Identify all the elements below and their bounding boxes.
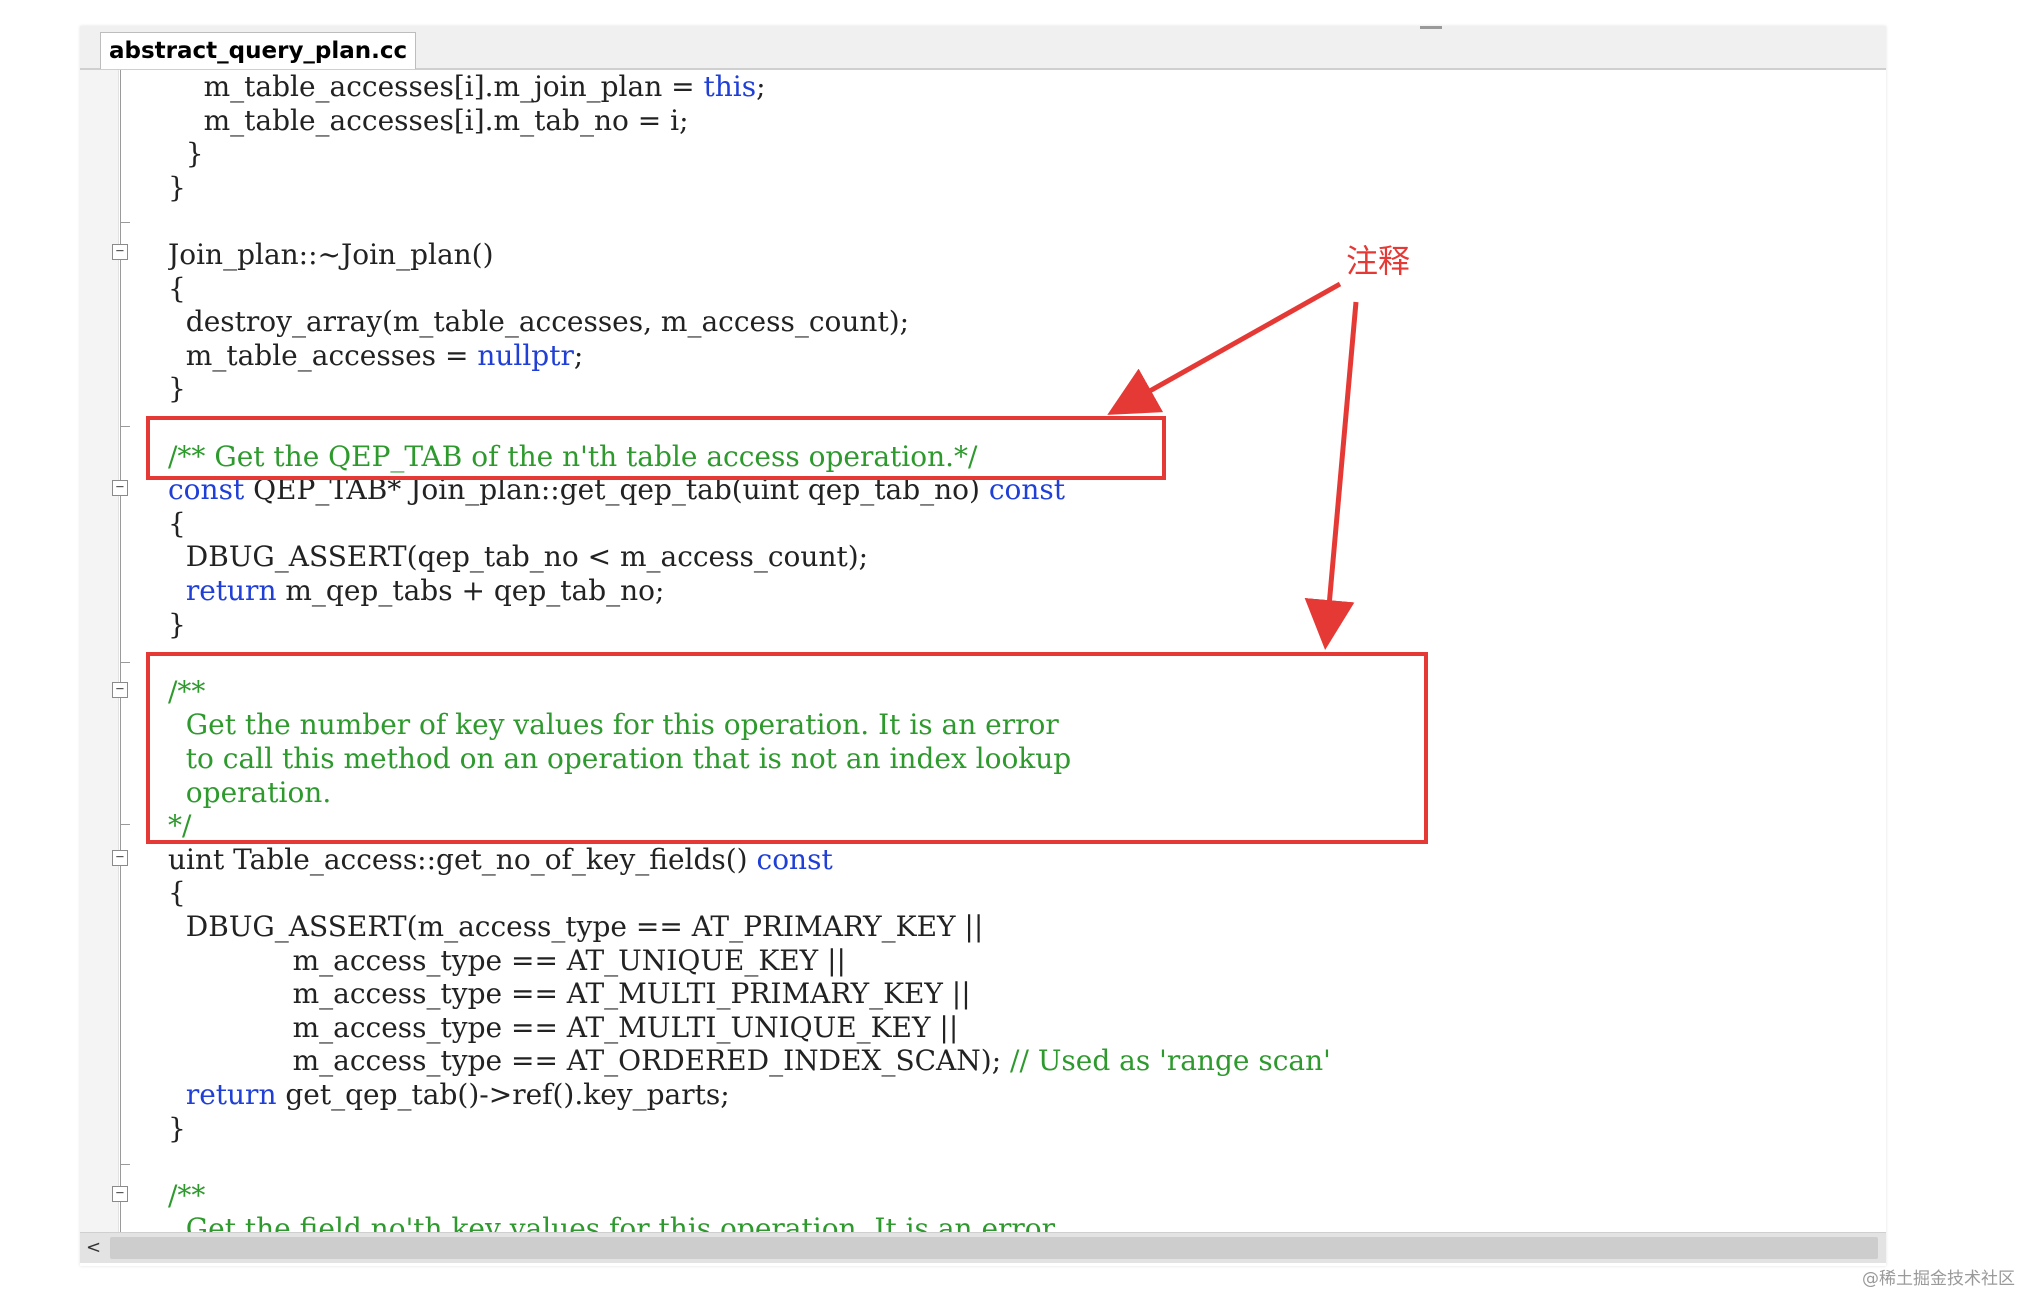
watermark-text: @稀土掘金技术社区 <box>1862 1269 2015 1289</box>
annotation-arrow-to-single-line <box>1107 281 1342 415</box>
annotation-arrow-to-block <box>1304 301 1359 650</box>
annotation-arrows <box>1107 281 1359 650</box>
